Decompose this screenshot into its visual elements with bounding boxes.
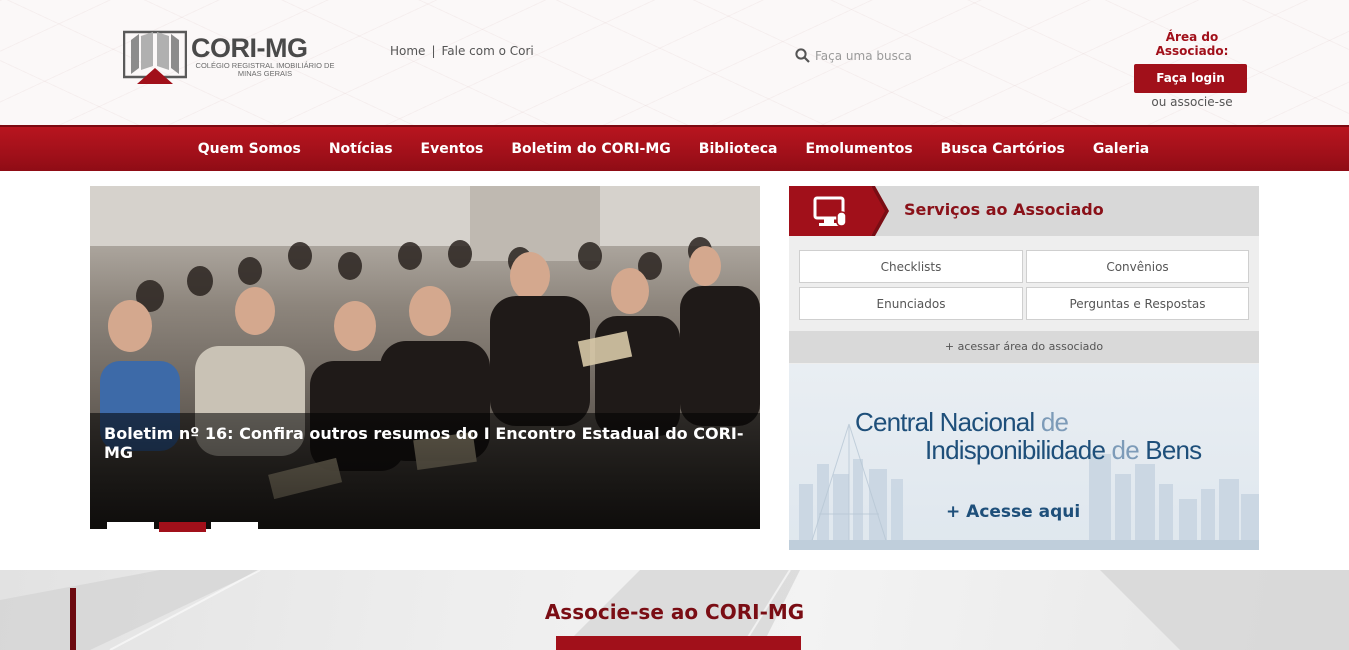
nav-item-quem-somos[interactable]: Quem Somos — [198, 141, 301, 157]
cnib-banner[interactable]: Central Nacional de Indisponibilidade de… — [789, 364, 1259, 550]
news-slider[interactable]: Boletim nº 16: Confira outros resumos do… — [90, 186, 760, 529]
checklists-button[interactable]: Checklists — [799, 250, 1023, 283]
services-title: Serviços ao Associado — [904, 200, 1104, 219]
logo-subtitle: Colégio Registral Imobiliário de Minas G… — [195, 61, 335, 78]
contact-link[interactable]: Fale com o Cori — [441, 44, 533, 58]
nav-item-busca-cartorios[interactable]: Busca Cartórios — [941, 141, 1065, 157]
slider-dot-2[interactable] — [159, 522, 206, 532]
slider-dot-1[interactable] — [107, 522, 154, 532]
associate-area: Área do Associado: Faça login ou associe… — [1128, 30, 1256, 109]
join-title: Associe-se ao CORI-MG — [544, 600, 805, 624]
convenios-button[interactable]: Convênios — [1026, 250, 1249, 283]
services-panel: Serviços ao Associado Checklists Convêni… — [789, 186, 1259, 550]
nav-item-noticias[interactable]: Notícias — [329, 141, 393, 157]
nav-item-emolumentos[interactable]: Emolumentos — [805, 141, 912, 157]
faq-button[interactable]: Perguntas e Respostas — [1026, 287, 1249, 320]
slide-caption[interactable]: Boletim nº 16: Confira outros resumos do… — [104, 424, 744, 462]
associate-area-link[interactable]: + acessar área do associado — [789, 331, 1259, 363]
services-tab — [789, 186, 889, 236]
cnib-access-link[interactable]: + Acesse aqui — [946, 502, 1080, 522]
main-nav: Quem Somos Notícias Eventos Boletim do C… — [0, 125, 1349, 171]
cnib-line-1: Central Nacional de — [855, 407, 1069, 437]
login-button[interactable]: Faça login — [1134, 64, 1247, 93]
search-icon[interactable] — [795, 48, 810, 63]
slider-pagination — [107, 522, 258, 532]
join-button[interactable] — [556, 636, 801, 650]
logo-building-icon — [123, 30, 187, 84]
enunciados-button[interactable]: Enunciados — [799, 287, 1023, 320]
services-header: Serviços ao Associado — [789, 186, 1259, 236]
nav-item-biblioteca[interactable]: Biblioteca — [699, 141, 778, 157]
associate-area-title: Área do Associado: — [1155, 30, 1229, 58]
site-header: CORI-MG Colégio Registral Imobiliário de… — [0, 0, 1349, 125]
cnib-line-2: Indisponibilidade de Bens — [925, 435, 1202, 465]
logo-title: CORI-MG — [191, 33, 308, 63]
slider-dot-3[interactable] — [211, 522, 258, 532]
nav-item-galeria[interactable]: Galeria — [1093, 141, 1149, 157]
nav-item-eventos[interactable]: Eventos — [421, 141, 484, 157]
nav-item-boletim[interactable]: Boletim do CORI-MG — [511, 141, 670, 157]
join-section: Associe-se ao CORI-MG — [0, 570, 1349, 650]
join-link[interactable]: ou associe-se — [1128, 95, 1256, 109]
link-separator: | — [431, 44, 436, 58]
services-grid: Checklists Convênios Enunciados Pergunta… — [799, 250, 1249, 320]
search-box — [795, 48, 975, 63]
search-input[interactable] — [815, 48, 975, 63]
home-link[interactable]: Home — [390, 44, 425, 58]
top-links: Home | Fale com o Cori — [390, 44, 534, 58]
cori-mg-logo[interactable]: CORI-MG Colégio Registral Imobiliário de… — [123, 28, 335, 84]
